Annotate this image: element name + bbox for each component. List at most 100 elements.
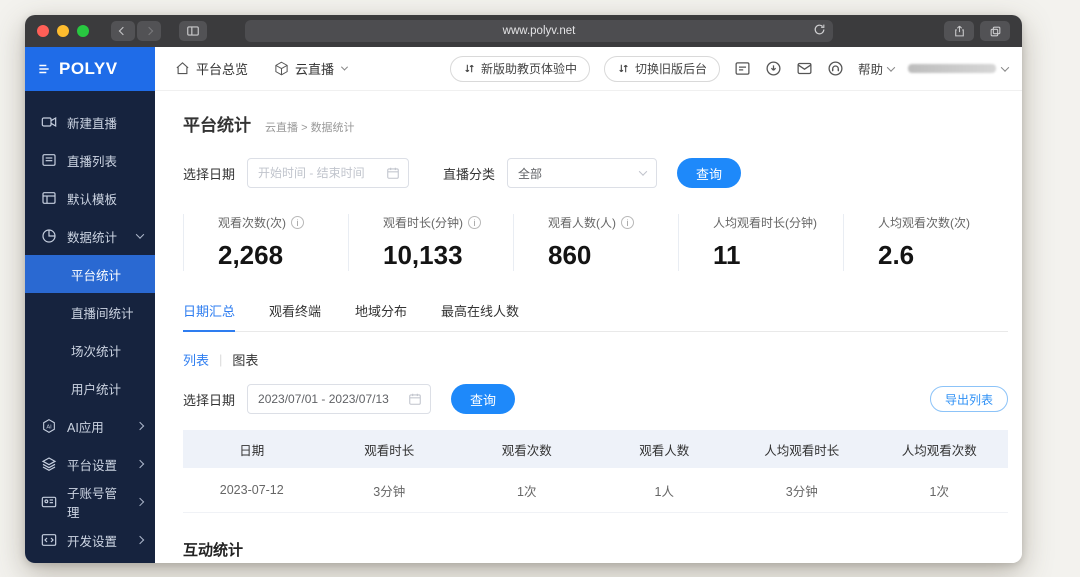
reload-icon[interactable] [813, 23, 826, 36]
sidebar-item-dev-settings[interactable]: 开发设置 [25, 521, 155, 559]
table-header: 人均观看次数 [901, 443, 977, 458]
page-title: 平台统计 [183, 116, 251, 135]
category-filter-label: 直播分类 [443, 166, 496, 182]
info-icon[interactable]: i [291, 216, 304, 229]
customer-service-icon[interactable] [827, 60, 844, 77]
back-button[interactable] [111, 21, 135, 41]
home-icon [176, 62, 189, 75]
table-header: 观看时长 [364, 443, 415, 458]
camera-icon [41, 114, 57, 130]
chevron-right-icon [135, 421, 145, 431]
nav-label: 平台总览 [196, 62, 249, 77]
sidebar-item-default-template[interactable]: 默认模板 [25, 179, 155, 217]
sidebar-item-platform-settings[interactable]: 平台设置 [25, 445, 155, 483]
share-icon [954, 25, 964, 37]
chevron-right-icon [135, 535, 145, 545]
menu-collapse-icon[interactable] [37, 62, 51, 76]
stat-value: 2,268 [218, 240, 284, 270]
tab-overview-button[interactable] [980, 21, 1010, 41]
sidebar-item-label: 数据统计 [67, 230, 118, 245]
brand-logo: POLYV [59, 59, 118, 78]
date-range-input-wrap [247, 158, 410, 188]
date-range-input[interactable] [258, 166, 387, 180]
help-menu[interactable]: 帮助 [858, 59, 896, 78]
chevron-right-icon [135, 497, 145, 507]
stat-card-avg-duration: 人均观看时长(分钟) 11 [678, 214, 843, 271]
account-name-redacted [908, 64, 996, 73]
date-summary-table: 日期 观看时长 观看次数 观看人数 人均观看时长 人均观看次数 2023-07-… [183, 430, 1008, 513]
table-header: 人均观看时长 [764, 443, 840, 458]
sidebar-item-data-stats[interactable]: 数据统计 [25, 217, 155, 255]
table-query-button[interactable]: 查询 [451, 384, 516, 414]
nav-platform-overview[interactable]: 平台总览 [175, 59, 248, 78]
stats-tabs: 日期汇总 观看终端 地域分布 最高在线人数 [183, 301, 1008, 332]
sidebar-item-label: 开发设置 [67, 534, 118, 549]
date-range-input-wrap [247, 384, 432, 414]
stats-row: 观看次数(次) i 2,268 观看时长(分钟) i 10,133 观看人数(人) i… [183, 214, 1008, 271]
nav-cloud-live[interactable]: 云直播 [274, 59, 349, 78]
category-select[interactable]: 全部 [507, 158, 658, 188]
stat-card-avg-count: 人均观看次数(次) 2.6 [843, 214, 1008, 271]
tab-date-summary[interactable]: 日期汇总 [183, 301, 236, 332]
info-icon[interactable]: i [468, 216, 481, 229]
date-filter-label: 选择日期 [183, 392, 236, 408]
code-icon [41, 532, 57, 548]
pie-chart-icon [41, 228, 57, 244]
filter-bar: 选择日期 直播分类 全部 查询 [183, 158, 1008, 188]
swap-icon [465, 64, 474, 73]
table-header-row: 日期 观看时长 观看次数 观看人数 人均观看时长 人均观看次数 [183, 430, 1008, 468]
sidebar-item-new-live[interactable]: 新建直播 [25, 103, 155, 141]
table-row: 2023-07-12 3分钟 1次 1人 3分钟 1次 [183, 468, 1008, 513]
forward-button[interactable] [137, 21, 161, 41]
view-list-link[interactable]: 列表 [183, 350, 209, 369]
view-chart-link[interactable]: 图表 [232, 350, 258, 369]
switch-old-console-pill[interactable]: 切换旧版后台 [603, 55, 720, 82]
sidebar-item-ai-apps[interactable]: AI AI应用 [25, 407, 155, 445]
mail-icon[interactable] [796, 60, 813, 77]
sidebar-subitem-room-stats[interactable]: 直播间统计 [25, 293, 155, 331]
sidebar-item-label: 子账号管理 [67, 487, 118, 520]
sidebar-item-live-list[interactable]: 直播列表 [25, 141, 155, 179]
close-window-button[interactable] [37, 25, 49, 37]
chevron-down-icon [340, 63, 349, 71]
tab-region-distribution[interactable]: 地域分布 [355, 301, 407, 331]
minimize-window-button[interactable] [57, 25, 69, 37]
download-icon[interactable] [765, 60, 782, 77]
url-bar[interactable]: www.polyv.net [245, 20, 833, 42]
table-cell: 1次 [929, 484, 949, 499]
sidebar-item-subaccount[interactable]: 子账号管理 [25, 483, 155, 521]
chevron-down-icon [1000, 62, 1010, 72]
tab-max-online[interactable]: 最高在线人数 [441, 301, 519, 331]
account-menu[interactable] [908, 62, 1010, 73]
sidebar-item-label: 直播列表 [67, 154, 118, 169]
news-icon[interactable] [734, 60, 751, 77]
breadcrumb-cloud-live[interactable]: 云直播 [265, 122, 298, 134]
tabs-icon [990, 26, 1000, 36]
share-button[interactable] [944, 21, 974, 41]
browser-chrome: www.polyv.net [25, 15, 1022, 47]
calendar-icon[interactable] [386, 166, 400, 180]
info-icon[interactable]: i [621, 216, 634, 229]
chevron-down-icon [135, 230, 145, 239]
main-content: 平台统计 云直播 > 数据统计 选择日期 开始时间 - 结束时间 直播分类 全部… [155, 91, 1022, 563]
sidebar-toggle-icon [187, 26, 199, 36]
calendar-icon[interactable] [408, 392, 422, 406]
tab-view-terminal[interactable]: 观看终端 [269, 301, 321, 331]
new-assistant-pill[interactable]: 新版助教页体验中 [449, 55, 590, 82]
table-date-range-input[interactable] [258, 392, 409, 406]
export-list-button[interactable]: 导出列表 [929, 386, 1008, 412]
id-card-icon [41, 494, 57, 510]
zoom-window-button[interactable] [77, 25, 89, 37]
category-select-value: 全部 [518, 166, 543, 181]
logo-bar[interactable]: POLYV [25, 47, 155, 91]
ai-icon: AI [41, 418, 57, 434]
sidebar-subitem-user-stats[interactable]: 用户统计 [25, 369, 155, 407]
query-button[interactable]: 查询 [677, 158, 742, 188]
list-icon [41, 152, 57, 168]
layers-icon [41, 456, 57, 472]
sidebar-subitem-session-stats[interactable]: 场次统计 [25, 331, 155, 369]
view-toggle: 列表 | 图表 [183, 350, 1008, 369]
sidebar-subitem-platform-stats[interactable]: 平台统计 [25, 255, 155, 293]
sidebar-toggle-button[interactable] [179, 21, 207, 41]
stat-label: 人均观看次数(次) [878, 216, 970, 230]
